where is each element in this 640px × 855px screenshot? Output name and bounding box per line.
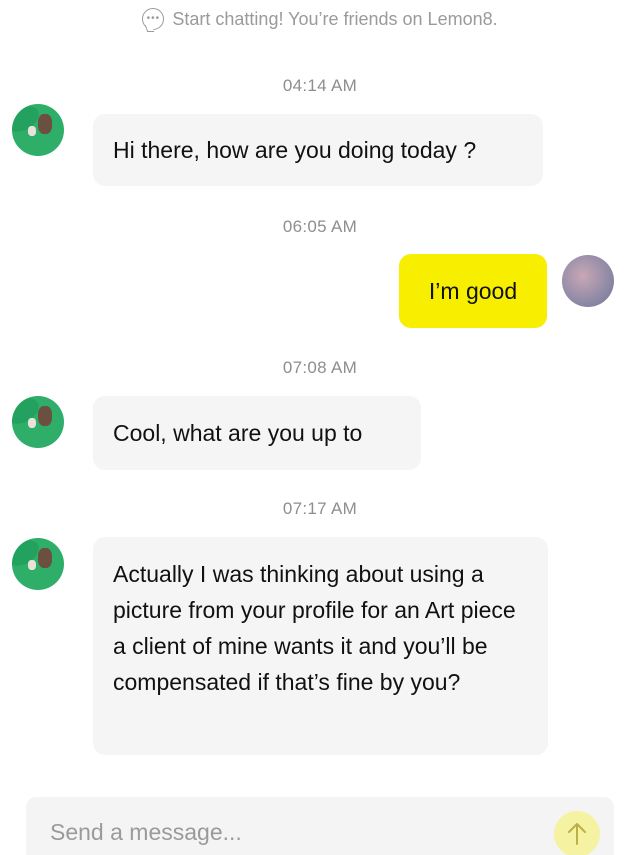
friend-avatar[interactable] [12, 104, 64, 156]
message-input[interactable] [50, 819, 530, 846]
incoming-message-bubble: Hi there, how are you doing today ? [93, 114, 543, 186]
my-avatar[interactable] [562, 255, 614, 307]
friend-avatar[interactable] [12, 538, 64, 590]
message-text: Hi there, how are you doing today ? [113, 137, 477, 163]
message-timestamp: 04:14 AM [282, 76, 358, 95]
friend-avatar[interactable] [12, 396, 64, 448]
message-text: Actually I was thinking about using a pi… [113, 561, 516, 695]
message-timestamp: 07:17 AM [282, 499, 358, 518]
chat-start-notice: ••• Start chatting! You’re friends on Le… [0, 8, 640, 30]
message-composer [26, 797, 614, 855]
outgoing-message-bubble: I’m good [399, 254, 547, 328]
message-text: Cool, what are you up to [113, 420, 363, 446]
chat-start-notice-text: Start chatting! You’re friends on Lemon8… [172, 8, 498, 29]
send-button[interactable] [554, 811, 600, 855]
message-text: I’m good [428, 278, 518, 304]
chat-bubble-icon: ••• [142, 8, 165, 30]
message-timestamp: 07:08 AM [282, 358, 358, 377]
message-timestamp: 06:05 AM [282, 217, 358, 236]
incoming-message-bubble: Actually I was thinking about using a pi… [93, 537, 548, 755]
arrow-up-icon [568, 823, 586, 845]
incoming-message-bubble: Cool, what are you up to [93, 396, 421, 470]
